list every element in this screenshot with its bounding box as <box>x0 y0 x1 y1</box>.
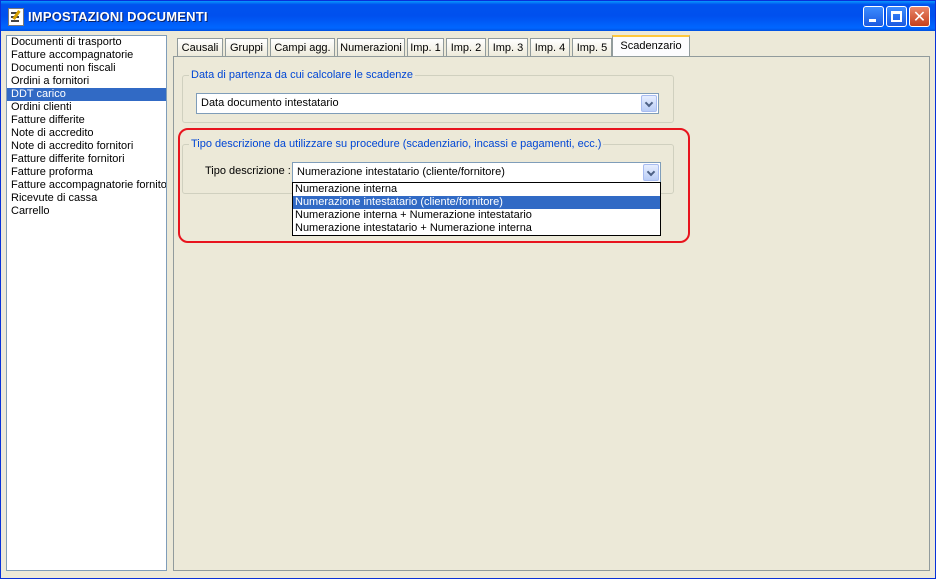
data-partenza-select[interactable]: Data documento intestatario <box>196 93 659 114</box>
tab-campi-agg[interactable]: Campi agg. <box>270 38 335 57</box>
list-item[interactable]: DDT carico <box>7 88 166 101</box>
list-item[interactable]: Ordini a fornitori <box>7 75 166 88</box>
list-item[interactable]: Note di accredito <box>7 127 166 140</box>
list-item[interactable]: Documenti non fiscali <box>7 62 166 75</box>
tab-causali[interactable]: Causali <box>177 38 223 57</box>
list-item[interactable]: Fatture accompagnatorie <box>7 49 166 62</box>
tab-imp-3[interactable]: Imp. 3 <box>488 38 528 57</box>
minimize-button[interactable] <box>863 6 884 27</box>
tab-scadenzario[interactable]: Scadenzario <box>612 35 690 57</box>
list-item[interactable]: Ricevute di cassa <box>7 192 166 205</box>
tab-imp-4[interactable]: Imp. 4 <box>530 38 570 57</box>
list-item[interactable]: Fatture differite fornitori <box>7 153 166 166</box>
chevron-down-icon[interactable] <box>641 95 657 112</box>
list-item[interactable]: Fatture accompagnatorie fornitori <box>7 179 166 192</box>
tab-imp-5[interactable]: Imp. 5 <box>572 38 612 57</box>
list-item[interactable]: Carrello <box>7 205 166 218</box>
tab-strip: Causali Gruppi Campi agg. Numerazioni Imp. 1… <box>173 35 933 57</box>
maximize-button[interactable] <box>886 6 907 27</box>
tab-imp-2[interactable]: Imp. 2 <box>446 38 486 57</box>
document-settings-icon <box>8 8 24 26</box>
data-partenza-value: Data documento intestatario <box>201 97 339 109</box>
close-button[interactable]: ✕ <box>909 6 930 27</box>
close-icon: ✕ <box>912 7 927 26</box>
tab-imp-1[interactable]: Imp. 1 <box>407 38 444 57</box>
list-item[interactable]: Fatture proforma <box>7 166 166 179</box>
tab-gruppi[interactable]: Gruppi <box>225 38 268 57</box>
group-data-partenza-legend: Data di partenza da cui calcolare le sca… <box>189 69 415 81</box>
list-item[interactable]: Note di accredito fornitori <box>7 140 166 153</box>
list-item[interactable]: Documenti di trasporto <box>7 36 166 49</box>
highlight-annotation-box <box>178 128 690 243</box>
settings-window: IMPOSTAZIONI DOCUMENTI ✕ Documenti di tr… <box>0 0 936 579</box>
tab-numerazioni[interactable]: Numerazioni <box>337 38 405 57</box>
maximize-icon <box>891 11 902 22</box>
title-bar[interactable]: IMPOSTAZIONI DOCUMENTI ✕ <box>1 1 935 31</box>
minimize-icon <box>869 19 876 22</box>
list-item[interactable]: Ordini clienti <box>7 101 166 114</box>
window-title: IMPOSTAZIONI DOCUMENTI <box>28 9 208 24</box>
list-item[interactable]: Fatture differite <box>7 114 166 127</box>
document-type-list[interactable]: Documenti di trasporto Fatture accompagna… <box>6 35 167 571</box>
